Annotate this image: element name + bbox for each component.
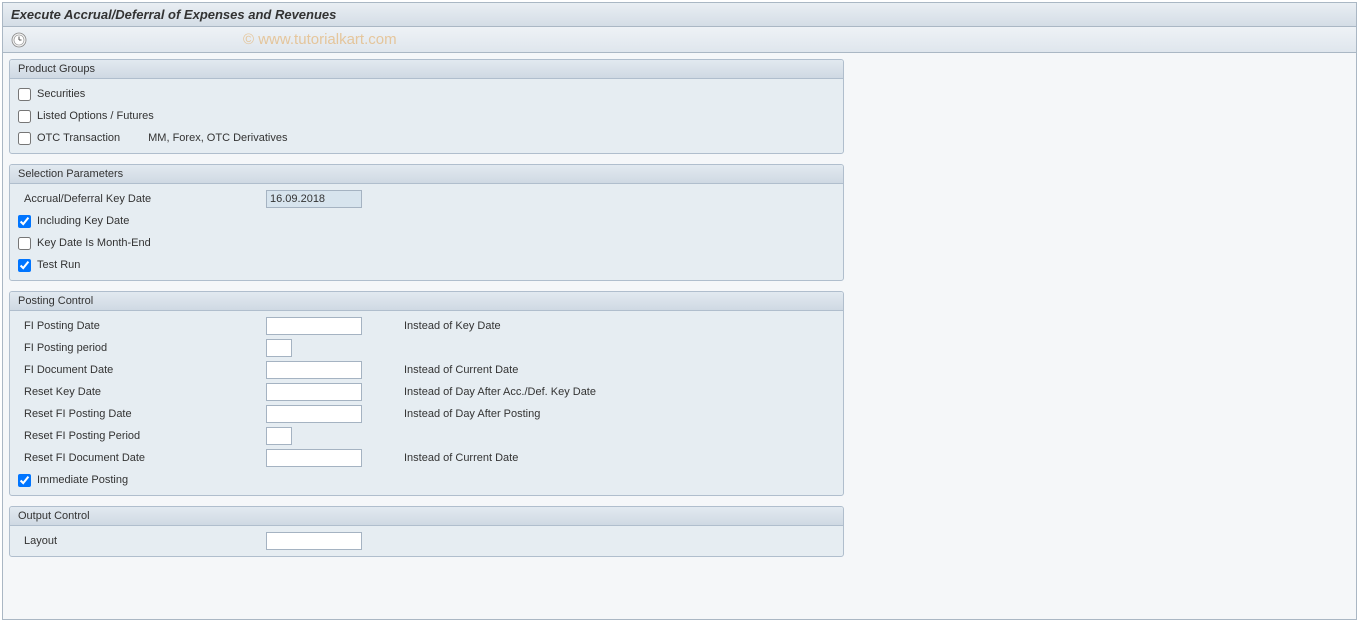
output-control-header: Output Control bbox=[10, 507, 843, 526]
key-date-label: Accrual/Deferral Key Date bbox=[16, 193, 266, 205]
fi-posting-date-hint: Instead of Key Date bbox=[404, 320, 501, 332]
month-end-label: Key Date Is Month-End bbox=[37, 237, 151, 249]
reset-fi-posting-date-field[interactable] bbox=[266, 405, 362, 423]
fi-posting-period-label: FI Posting period bbox=[16, 342, 266, 354]
selection-parameters-panel: Selection Parameters Accrual/Deferral Ke… bbox=[9, 164, 844, 281]
month-end-checkbox[interactable] bbox=[18, 237, 31, 250]
layout-field[interactable] bbox=[266, 532, 362, 550]
fi-document-date-hint: Instead of Current Date bbox=[404, 364, 518, 376]
reset-fi-posting-period-field[interactable] bbox=[266, 427, 292, 445]
fi-document-date-label: FI Document Date bbox=[16, 364, 266, 376]
reset-key-date-label: Reset Key Date bbox=[16, 386, 266, 398]
watermark-text: © www.tutorialkart.com bbox=[243, 31, 397, 48]
fi-posting-date-label: FI Posting Date bbox=[16, 320, 266, 332]
key-date-field[interactable]: 16.09.2018 bbox=[266, 190, 362, 208]
otc-label: OTC Transaction bbox=[37, 132, 120, 144]
execute-icon[interactable] bbox=[11, 32, 27, 48]
securities-label: Securities bbox=[37, 88, 85, 100]
immediate-posting-checkbox[interactable] bbox=[18, 474, 31, 487]
posting-control-header: Posting Control bbox=[10, 292, 843, 311]
test-run-label: Test Run bbox=[37, 259, 80, 271]
fi-document-date-field[interactable] bbox=[266, 361, 362, 379]
including-key-date-checkbox[interactable] bbox=[18, 215, 31, 228]
reset-fi-document-date-hint: Instead of Current Date bbox=[404, 452, 518, 464]
reset-fi-posting-date-hint: Instead of Day After Posting bbox=[404, 408, 540, 420]
reset-fi-posting-period-label: Reset FI Posting Period bbox=[16, 430, 266, 442]
output-control-panel: Output Control Layout bbox=[9, 506, 844, 557]
reset-key-date-hint: Instead of Day After Acc./Def. Key Date bbox=[404, 386, 596, 398]
including-key-date-label: Including Key Date bbox=[37, 215, 129, 227]
fi-posting-date-field[interactable] bbox=[266, 317, 362, 335]
product-groups-panel: Product Groups Securities Listed Options… bbox=[9, 59, 844, 154]
immediate-posting-label: Immediate Posting bbox=[37, 474, 128, 486]
otc-checkbox[interactable] bbox=[18, 132, 31, 145]
layout-label: Layout bbox=[16, 535, 266, 547]
fi-posting-period-field[interactable] bbox=[266, 339, 292, 357]
product-groups-header: Product Groups bbox=[10, 60, 843, 79]
securities-checkbox[interactable] bbox=[18, 88, 31, 101]
otc-extra-text: MM, Forex, OTC Derivatives bbox=[148, 132, 287, 144]
reset-fi-document-date-label: Reset FI Document Date bbox=[16, 452, 266, 464]
listed-options-label: Listed Options / Futures bbox=[37, 110, 154, 122]
listed-options-checkbox[interactable] bbox=[18, 110, 31, 123]
page-title: Execute Accrual/Deferral of Expenses and… bbox=[3, 3, 1356, 27]
reset-fi-posting-date-label: Reset FI Posting Date bbox=[16, 408, 266, 420]
test-run-checkbox[interactable] bbox=[18, 259, 31, 272]
selection-parameters-header: Selection Parameters bbox=[10, 165, 843, 184]
app-toolbar: © www.tutorialkart.com bbox=[3, 27, 1356, 53]
reset-key-date-field[interactable] bbox=[266, 383, 362, 401]
posting-control-panel: Posting Control FI Posting Date Instead … bbox=[9, 291, 844, 496]
reset-fi-document-date-field[interactable] bbox=[266, 449, 362, 467]
